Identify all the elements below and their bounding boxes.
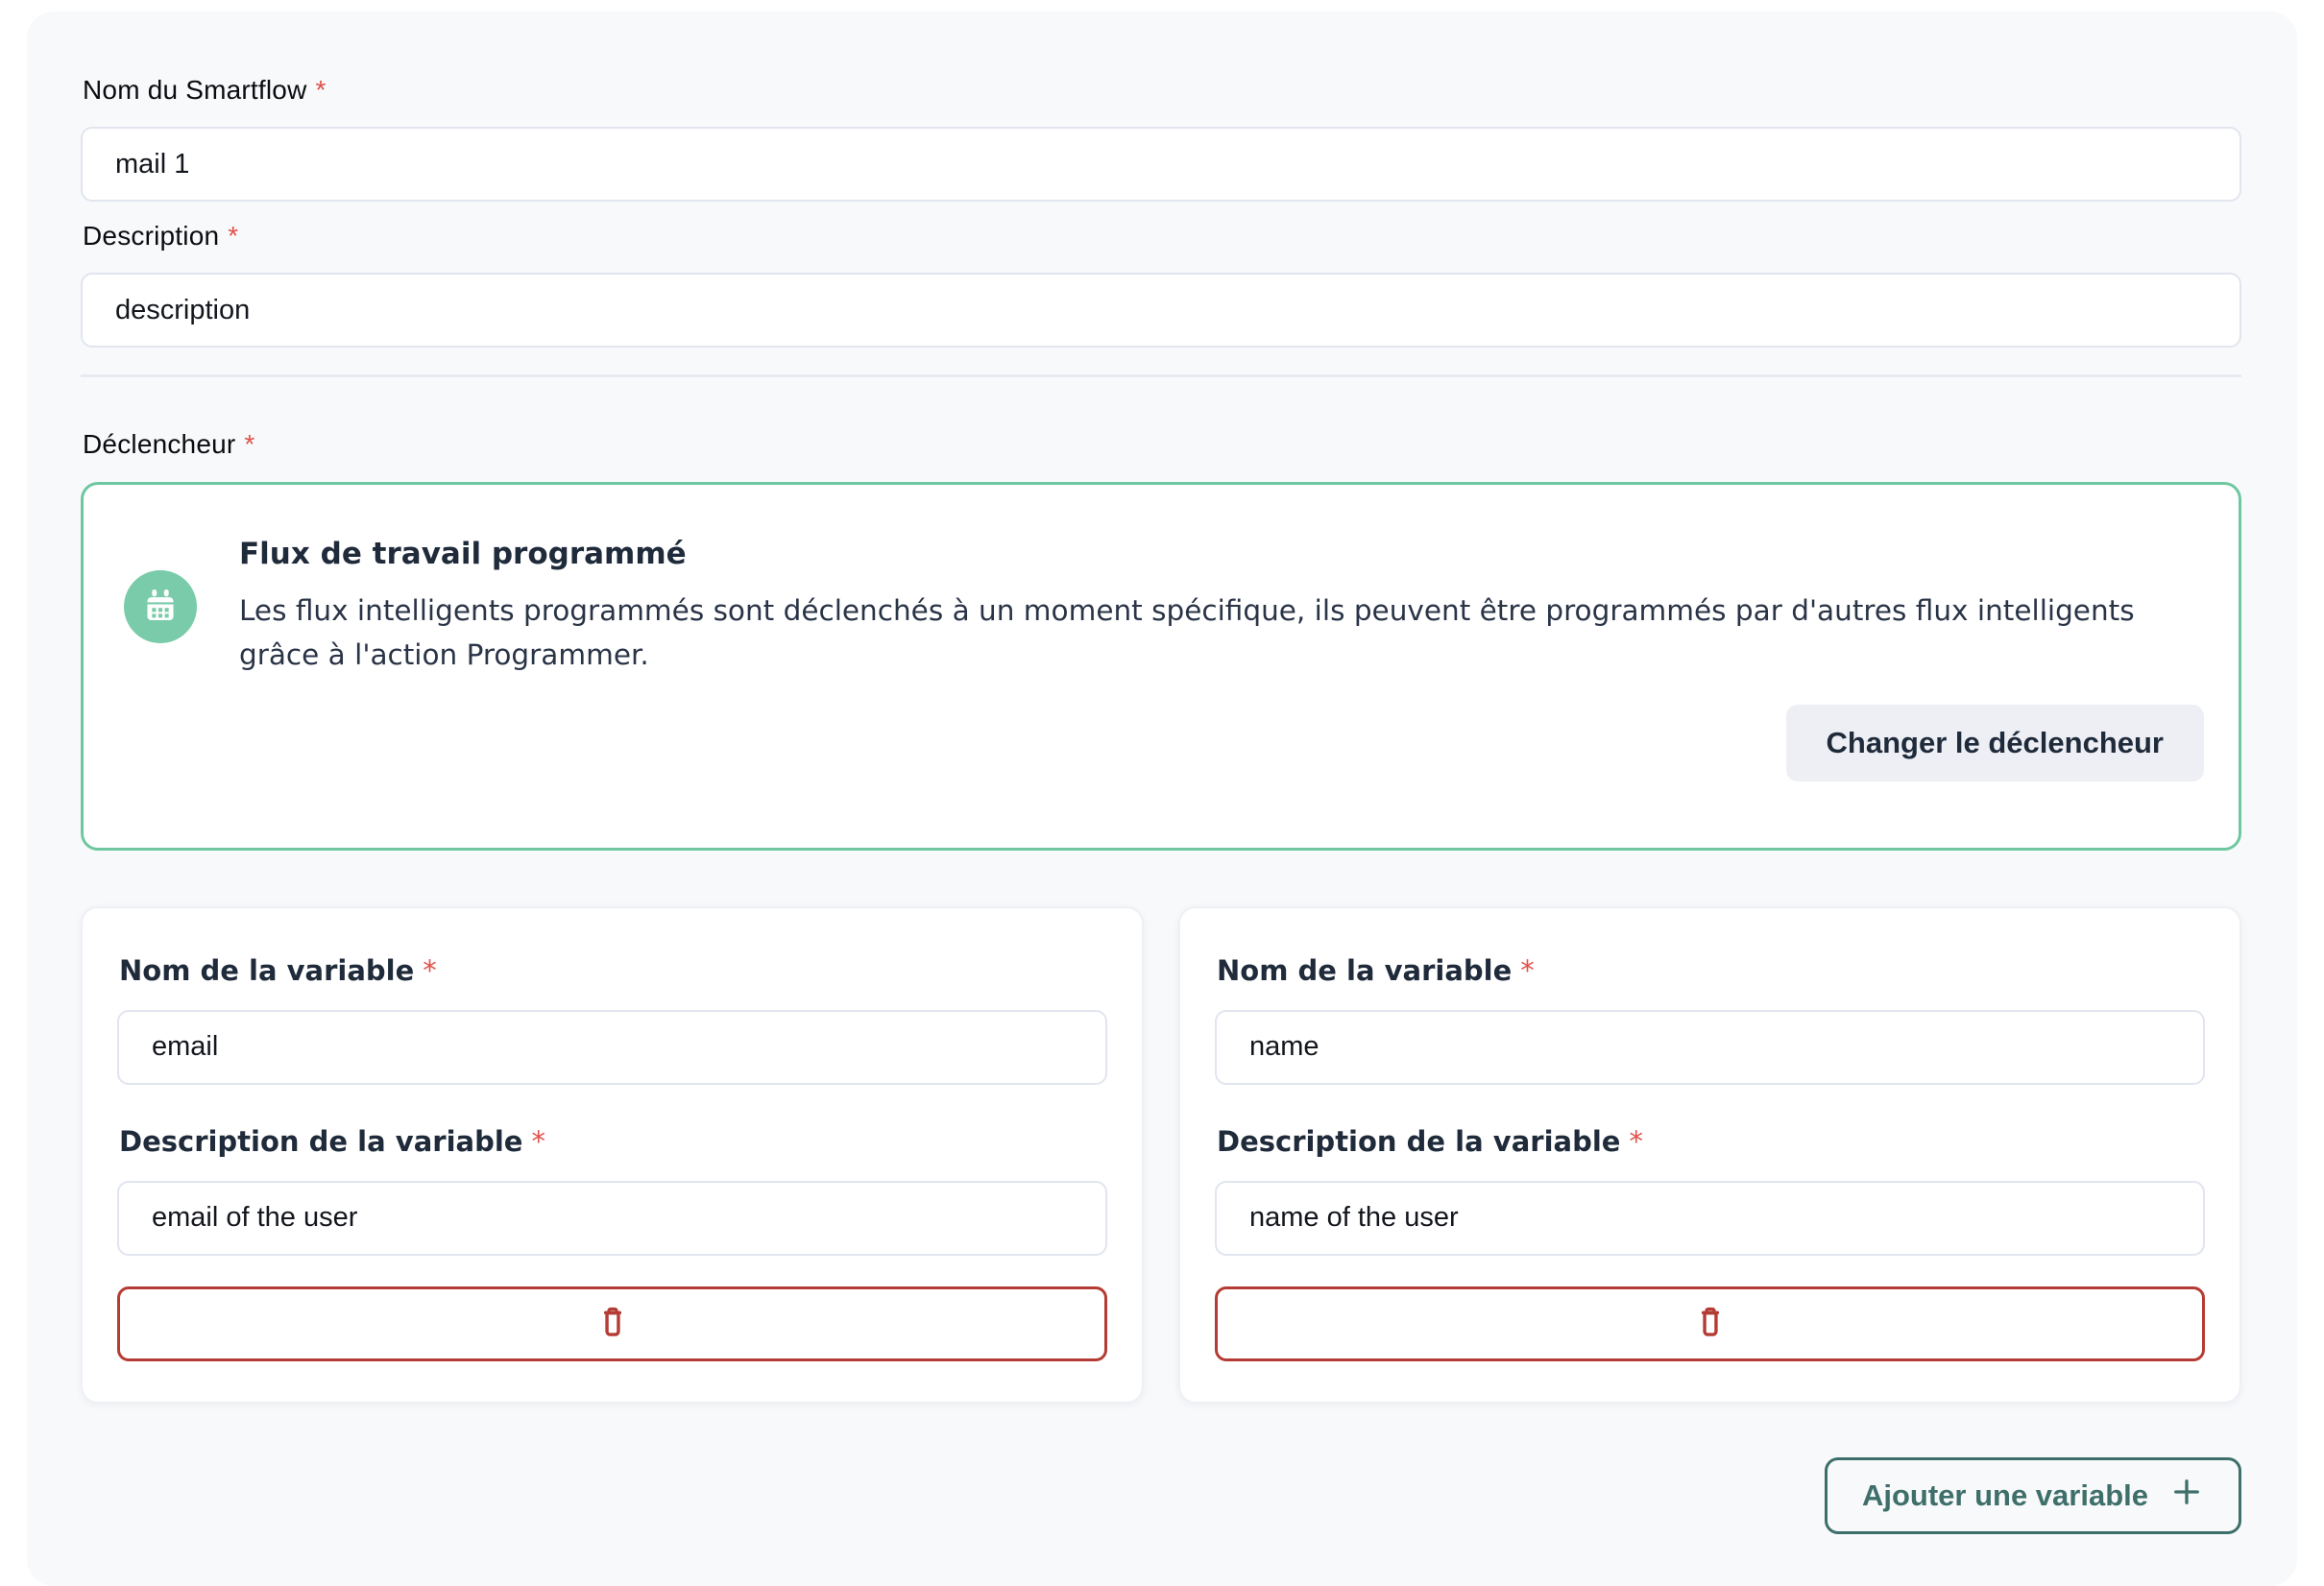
- variable-description-input[interactable]: [1215, 1181, 2205, 1256]
- variable-description-label: Description de la variable *: [119, 1125, 1107, 1158]
- variable-description-label-text: Description de la variable: [119, 1125, 522, 1158]
- variable-description-label: Description de la variable *: [1217, 1125, 2205, 1158]
- variable-card: Nom de la variable* Description de la va…: [1178, 906, 2241, 1404]
- trash-icon: [596, 1306, 629, 1341]
- required-asterisk: *: [228, 221, 238, 251]
- variable-name-input[interactable]: [1215, 1010, 2205, 1085]
- variable-name-label: Nom de la variable*: [1217, 954, 2205, 987]
- trigger-card-footer: Changer le déclencheur: [124, 705, 2204, 781]
- plus-icon: [2169, 1475, 2204, 1517]
- trigger-icon-circle: [124, 570, 197, 643]
- required-asterisk: *: [1629, 1125, 1643, 1158]
- variable-card: Nom de la variable * Description de la va…: [81, 906, 1144, 1404]
- footer-row: Ajouter une variable: [81, 1457, 2241, 1534]
- variable-name-label-text: Nom de la variable: [1217, 954, 1512, 987]
- smartflow-name-input[interactable]: [81, 127, 2241, 202]
- variable-description-label-text: Description de la variable: [1217, 1125, 1620, 1158]
- required-asterisk: *: [244, 429, 254, 459]
- trigger-title: Flux de travail programmé: [239, 537, 2204, 571]
- section-divider: [81, 374, 2241, 377]
- add-variable-button[interactable]: Ajouter une variable: [1825, 1457, 2241, 1534]
- calendar-icon: [142, 587, 179, 628]
- trigger-text-block: Flux de travail programmé Les flux intel…: [239, 537, 2204, 678]
- trigger-card-body: Flux de travail programmé Les flux intel…: [124, 537, 2204, 678]
- variable-name-label-text: Nom de la variable: [119, 954, 414, 987]
- variables-row: Nom de la variable* Description de la va…: [81, 906, 2241, 1404]
- variable-name-input[interactable]: [117, 1010, 1107, 1085]
- change-trigger-button[interactable]: Changer le déclencheur: [1786, 705, 2204, 781]
- smartflow-name-label: Nom du Smartflow *: [83, 75, 2241, 106]
- trigger-section-label-text: Déclencheur: [83, 429, 235, 459]
- delete-variable-button[interactable]: [117, 1286, 1107, 1361]
- variable-description-input[interactable]: [117, 1181, 1107, 1256]
- smartflow-name-label-text: Nom du Smartflow: [83, 75, 307, 105]
- trigger-section-label: Déclencheur *: [83, 429, 2241, 460]
- required-asterisk: *: [423, 954, 437, 987]
- trigger-card: Flux de travail programmé Les flux intel…: [81, 482, 2241, 851]
- trigger-description: Les flux intelligents programmés sont dé…: [239, 589, 2204, 678]
- required-asterisk: *: [531, 1125, 545, 1158]
- smartflow-description-label: Description *: [83, 221, 2241, 252]
- smartflow-form-panel: Nom du Smartflow * Description * Déclenche…: [27, 12, 2297, 1586]
- required-asterisk: *: [316, 75, 327, 105]
- trash-icon: [1694, 1306, 1727, 1341]
- required-asterisk: *: [1520, 954, 1535, 987]
- variable-name-label: Nom de la variable *: [119, 954, 1107, 987]
- add-variable-button-label: Ajouter une variable: [1862, 1478, 2148, 1513]
- smartflow-description-label-text: Description: [83, 221, 219, 251]
- delete-variable-button[interactable]: [1215, 1286, 2205, 1361]
- smartflow-description-input[interactable]: [81, 273, 2241, 348]
